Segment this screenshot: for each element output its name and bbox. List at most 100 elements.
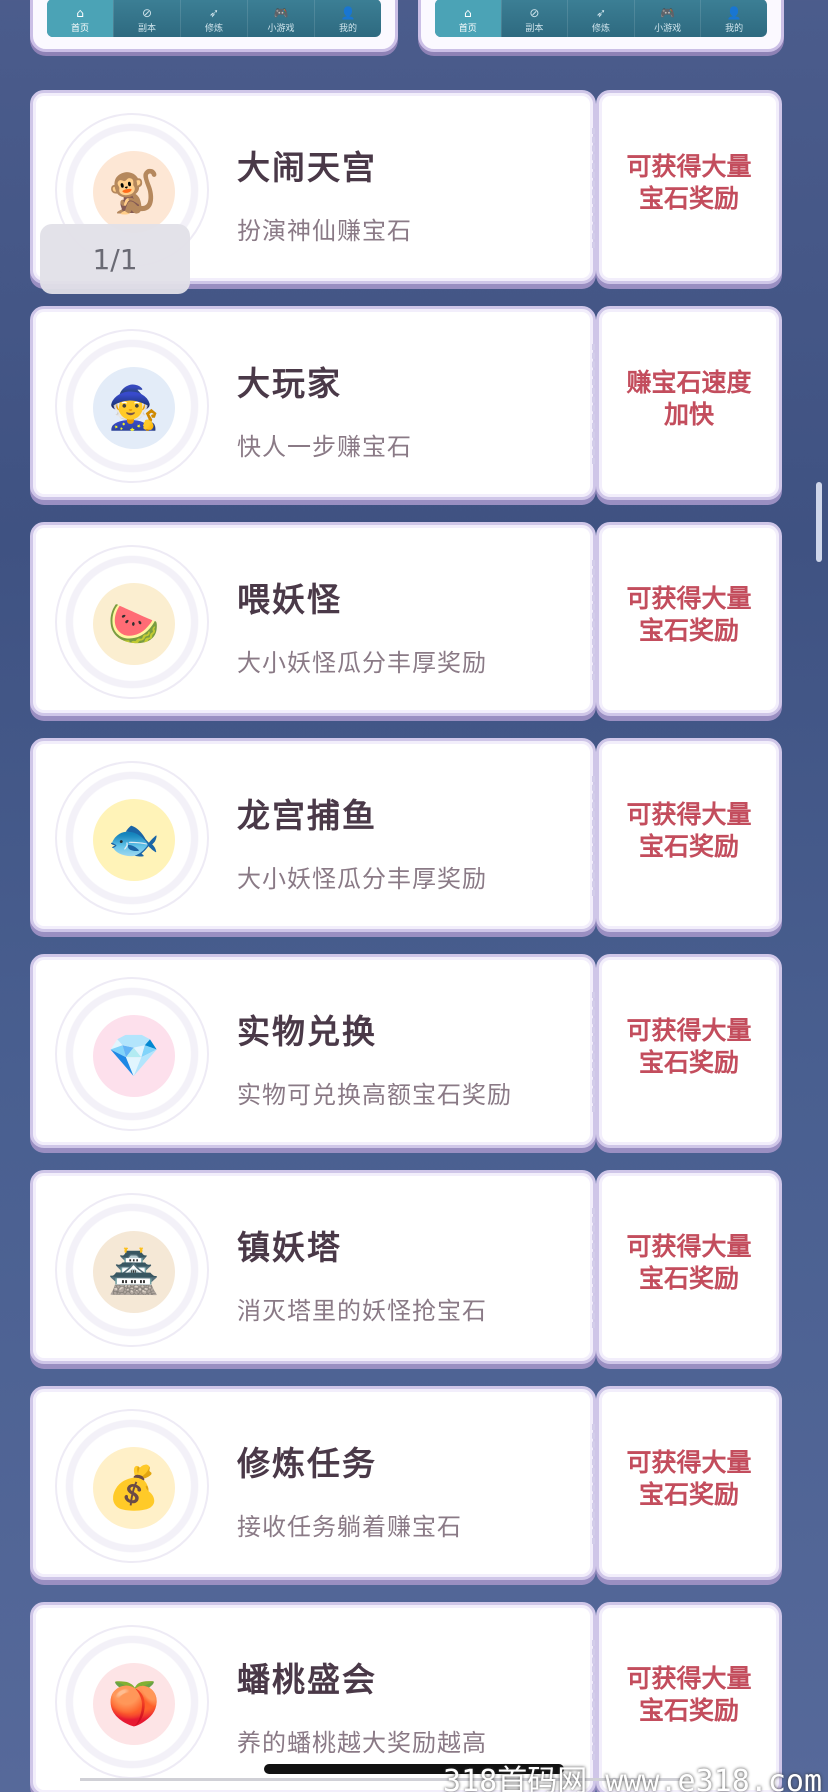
card-main-panel[interactable]: 🍉 喂妖怪 大小妖怪瓜分丰厚奖励 (30, 522, 596, 716)
tab-cultivate[interactable]: ➶ 修炼 (567, 0, 634, 37)
icon-ring: 🏯 (55, 1193, 209, 1347)
reward-panel[interactable]: 可获得大量 宝石奖励 (596, 1170, 782, 1364)
reward-panel[interactable]: 可获得大量 宝石奖励 (596, 522, 782, 716)
reward-line: 宝石奖励 (638, 1480, 739, 1509)
monkey-king-icon: 🐒 (93, 151, 175, 233)
card-subtitle: 接收任务躺着赚宝石 (237, 1513, 462, 1541)
feature-card[interactable]: 🧙 大玩家 快人一步赚宝石 赚宝石速度 加快 (30, 306, 782, 500)
reward-line: 赚宝石速度 (626, 368, 752, 397)
tab-home[interactable]: ⌂ 首页 (47, 0, 113, 37)
reward-text: 可获得大量 宝石奖励 (599, 1663, 779, 1727)
feature-card[interactable]: 💎 实物兑换 实物可兑换高额宝石奖励 可获得大量 宝石奖励 (30, 954, 782, 1148)
dungeon-icon: ⊘ (141, 6, 153, 20)
reward-text: 赚宝石速度 加快 (599, 367, 779, 431)
reward-line: 加快 (663, 400, 714, 429)
dashed-divider (592, 776, 595, 896)
gamepad-icon: 🎮 (273, 6, 289, 20)
scrollbar[interactable] (816, 482, 822, 562)
user-icon: 👤 (340, 6, 356, 20)
card-title: 大玩家 (237, 364, 342, 403)
reward-panel[interactable]: 可获得大量 宝石奖励 (596, 954, 782, 1148)
card-subtitle: 扮演神仙赚宝石 (237, 217, 412, 245)
tab-profile[interactable]: 👤 我的 (700, 0, 767, 37)
cultivate-icon: ➶ (208, 6, 220, 20)
reward-panel[interactable]: 可获得大量 宝石奖励 (596, 90, 782, 284)
card-subtitle: 大小妖怪瓜分丰厚奖励 (237, 865, 487, 893)
tab-label: 首页 (458, 24, 477, 34)
dashed-divider (592, 1640, 595, 1760)
page-indicator-badge: 1/1 (40, 224, 190, 294)
reward-text: 可获得大量 宝石奖励 (599, 799, 779, 863)
mini-tabbar: ⌂ 首页 ⊘ 副本 ➶ 修炼 🎮 小游戏 👤 我的 (47, 0, 381, 37)
reward-line: 宝石奖励 (638, 1264, 739, 1293)
reward-line: 可获得大量 (626, 800, 752, 829)
reward-panel[interactable]: 可获得大量 宝石奖励 (596, 738, 782, 932)
dashed-divider (592, 1208, 595, 1328)
feature-card[interactable]: 🍉 喂妖怪 大小妖怪瓜分丰厚奖励 可获得大量 宝石奖励 (30, 522, 782, 716)
user-icon: 👤 (726, 6, 742, 20)
tab-home[interactable]: ⌂ 首页 (435, 0, 501, 37)
reward-panel[interactable]: 赚宝石速度 加快 (596, 306, 782, 500)
card-main-panel[interactable]: 🐟 龙宫捕鱼 大小妖怪瓜分丰厚奖励 (30, 738, 596, 932)
gamepad-icon: 🎮 (660, 6, 676, 20)
card-main-panel[interactable]: 💎 实物兑换 实物可兑换高额宝石奖励 (30, 954, 596, 1148)
tab-dungeon[interactable]: ⊘ 副本 (113, 0, 180, 37)
card-subtitle: 实物可兑换高额宝石奖励 (237, 1081, 512, 1109)
reward-panel[interactable]: 可获得大量 宝石奖励 (596, 1386, 782, 1580)
card-main-panel[interactable]: 🏯 镇妖塔 消灭塔里的妖怪抢宝石 (30, 1170, 596, 1364)
card-subtitle: 养的蟠桃越大奖励越高 (237, 1729, 487, 1757)
card-title: 喂妖怪 (237, 580, 342, 619)
card-subtitle: 快人一步赚宝石 (237, 433, 412, 461)
reward-line: 可获得大量 (626, 584, 752, 613)
home-icon: ⌂ (76, 6, 84, 20)
feature-list: 🐒 大闹天宫 扮演神仙赚宝石 可获得大量 宝石奖励 🧙 大玩家 快人一步赚宝石 … (30, 90, 782, 1792)
home-icon: ⌂ (463, 6, 472, 20)
reward-line: 可获得大量 (626, 1232, 752, 1261)
dashed-divider (592, 128, 595, 248)
feature-card[interactable]: 🏯 镇妖塔 消灭塔里的妖怪抢宝石 可获得大量 宝石奖励 (30, 1170, 782, 1364)
card-title: 龙宫捕鱼 (237, 796, 377, 835)
tab-minigame[interactable]: 🎮 小游戏 (247, 0, 314, 37)
tab-minigame[interactable]: 🎮 小游戏 (633, 0, 701, 37)
card-title: 实物兑换 (237, 1012, 377, 1051)
reward-text: 可获得大量 宝石奖励 (599, 583, 779, 647)
tab-label: 我的 (725, 24, 744, 34)
card-title: 大闹天宫 (237, 148, 377, 187)
pink-gem-icon: 💎 (93, 1015, 175, 1097)
reward-line: 可获得大量 (626, 1448, 752, 1477)
card-subtitle: 消灭塔里的妖怪抢宝石 (237, 1297, 487, 1325)
tab-label: 修炼 (204, 24, 223, 34)
top-preview-panel-left: ⌂ 首页 ⊘ 副本 ➶ 修炼 🎮 小游戏 👤 我的 (30, 0, 398, 52)
reward-text: 可获得大量 宝石奖励 (599, 151, 779, 215)
tab-label: 首页 (70, 24, 89, 34)
gold-ingot-character-icon: 💰 (93, 1447, 175, 1529)
reward-line: 宝石奖励 (638, 184, 739, 213)
icon-ring: 💰 (55, 1409, 209, 1563)
icon-ring: 🍉 (55, 545, 209, 699)
feature-card[interactable]: 💰 修炼任务 接收任务躺着赚宝石 可获得大量 宝石奖励 (30, 1386, 782, 1580)
dashed-divider (592, 1424, 595, 1544)
reward-line: 可获得大量 (626, 1016, 752, 1045)
icon-ring: 🐟 (55, 761, 209, 915)
tab-label: 我的 (338, 24, 357, 34)
cultivate-icon: ➶ (595, 6, 607, 20)
tab-label: 小游戏 (654, 24, 682, 34)
tab-dungeon[interactable]: ⊘ 副本 (500, 0, 568, 37)
tab-profile[interactable]: 👤 我的 (314, 0, 381, 37)
dashed-divider (592, 560, 595, 680)
reward-text: 可获得大量 宝石奖励 (599, 1447, 779, 1511)
reward-text: 可获得大量 宝石奖励 (599, 1015, 779, 1079)
mini-tabbar: ⌂ 首页 ⊘ 副本 ➶ 修炼 🎮 小游戏 👤 我的 (435, 0, 767, 37)
card-title: 蟠桃盛会 (237, 1660, 377, 1699)
dashed-divider (592, 992, 595, 1112)
tab-label: 小游戏 (267, 24, 295, 34)
dungeon-icon: ⊘ (529, 6, 540, 20)
peach-bowl-icon: 🍑 (93, 1663, 175, 1745)
card-main-panel[interactable]: 💰 修炼任务 接收任务躺着赚宝石 (30, 1386, 596, 1580)
feature-card[interactable]: 🐟 龙宫捕鱼 大小妖怪瓜分丰厚奖励 可获得大量 宝石奖励 (30, 738, 782, 932)
top-preview-panel-right: ⌂ 首页 ⊘ 副本 ➶ 修炼 🎮 小游戏 👤 我的 (418, 0, 784, 52)
demon-eating-watermelon-icon: 🍉 (93, 583, 175, 665)
tab-cultivate[interactable]: ➶ 修炼 (180, 0, 247, 37)
card-main-panel[interactable]: 🧙 大玩家 快人一步赚宝石 (30, 306, 596, 500)
dashed-divider (592, 344, 595, 464)
